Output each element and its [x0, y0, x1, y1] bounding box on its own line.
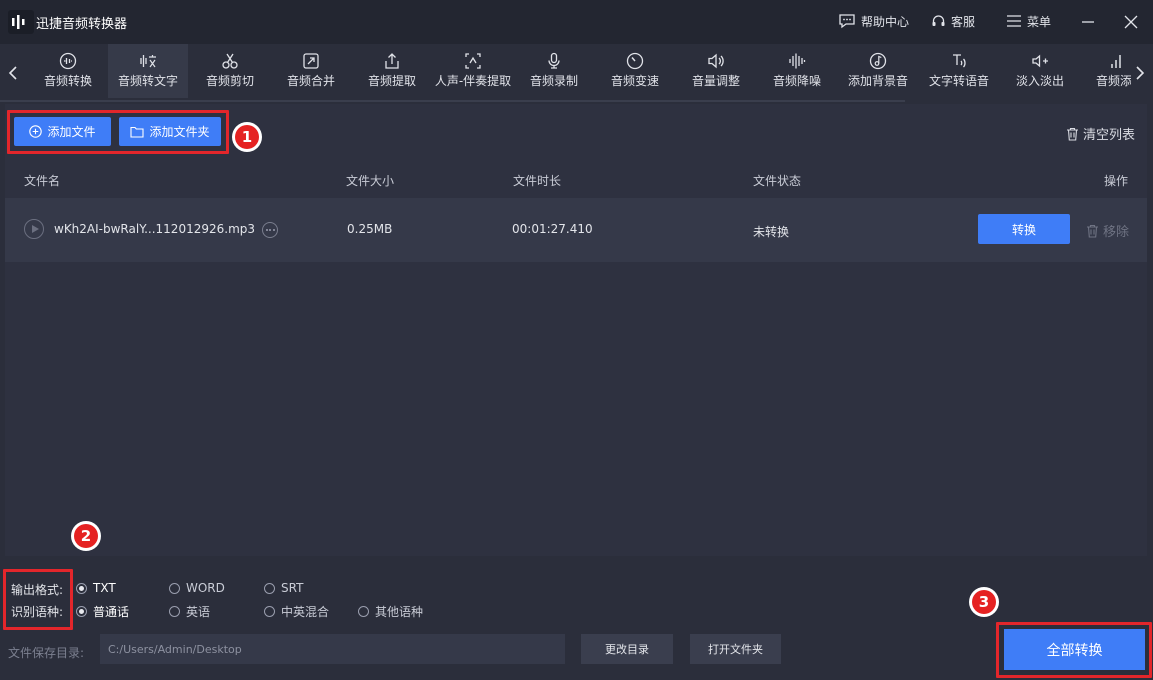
audio-add-icon	[1111, 55, 1121, 68]
radio-icon	[358, 606, 369, 617]
trash-icon	[1087, 224, 1098, 238]
open-folder-button[interactable]: 打开文件夹	[690, 634, 781, 664]
chevron-right-icon	[1136, 66, 1145, 80]
tool-audio-add[interactable]: 音频添	[1081, 44, 1131, 98]
annotation-box-1	[7, 110, 229, 154]
clear-list-button[interactable]: 清空列表	[1066, 124, 1135, 143]
table-row[interactable]: wKh2AI-bwRalY...112012926.mp3 0.25MB 00:…	[5, 198, 1147, 262]
extract-icon	[385, 53, 399, 69]
toolbar-divider	[0, 100, 905, 102]
tool-audio-extract[interactable]: 音频提取	[352, 44, 432, 98]
tool-audio-to-text[interactable]: 音频转文字	[108, 44, 188, 98]
language-option-english[interactable]: 英语	[169, 603, 210, 620]
background-music-icon	[869, 52, 887, 70]
remove-button[interactable]: 移除	[1086, 221, 1129, 240]
annotation-badge-3: 3	[969, 587, 999, 617]
tool-audio-convert[interactable]: 音频转换	[28, 44, 108, 98]
radio-icon	[76, 606, 87, 617]
hamburger-icon	[1007, 15, 1021, 27]
format-option-word[interactable]: WORD	[169, 581, 225, 595]
column-header-duration: 文件时长	[513, 174, 562, 188]
format-option-srt[interactable]: SRT	[264, 581, 303, 595]
language-option-other[interactable]: 其他语种	[358, 603, 423, 620]
app-logo-icon	[8, 10, 34, 34]
annotation-badge-2: 2	[71, 521, 101, 551]
more-options-icon[interactable]	[262, 222, 278, 238]
convert-all-button[interactable]: 全部转换	[1004, 629, 1145, 670]
title-bar: 迅捷音频转换器 帮助中心 客服 菜单	[0, 0, 1153, 44]
convert-button[interactable]: 转换	[978, 214, 1070, 244]
tool-audio-speed[interactable]: 音频变速	[595, 44, 675, 98]
tool-vocal-extract[interactable]: 人声-伴奏提取	[433, 44, 513, 98]
microphone-icon	[548, 52, 560, 69]
output-format-label: 输出格式:	[11, 583, 64, 597]
change-directory-button[interactable]: 更改目录	[581, 634, 673, 664]
customer-service-button[interactable]: 客服	[931, 11, 975, 31]
app-title: 迅捷音频转换器	[36, 17, 128, 32]
language-option-mandarin[interactable]: 普通话	[76, 603, 129, 620]
merge-icon	[303, 53, 319, 69]
annotation-box-2	[3, 569, 73, 630]
save-path-input[interactable]	[100, 634, 565, 664]
scroll-right-button[interactable]	[1131, 61, 1149, 85]
column-header-status: 文件状态	[753, 174, 802, 188]
menu-button[interactable]: 菜单	[1006, 11, 1051, 31]
format-option-txt[interactable]: TXT	[76, 581, 116, 595]
tool-fade-in-out[interactable]: 淡入淡出	[1000, 44, 1080, 98]
tool-text-to-speech[interactable]: 文字转语音	[919, 44, 999, 98]
fade-icon	[1032, 54, 1048, 68]
noise-reduction-icon	[789, 53, 806, 69]
headset-icon	[932, 14, 945, 26]
tool-audio-record[interactable]: 音频录制	[514, 44, 594, 98]
save-dir-label: 文件保存目录:	[8, 646, 85, 660]
file-duration: 00:01:27.410	[512, 222, 593, 236]
function-toolbar: 音频转换 音频转文字 音频剪切 音频合并 音频提取 人声-伴奏提取 音频录制 音…	[0, 44, 1153, 102]
vocal-extract-icon	[465, 53, 481, 69]
radio-icon	[76, 582, 87, 594]
tool-audio-merge[interactable]: 音频合并	[271, 44, 351, 98]
audio-convert-icon	[59, 52, 77, 70]
chevron-left-icon	[8, 66, 17, 80]
column-header-name: 文件名	[24, 174, 61, 188]
radio-icon	[169, 606, 180, 617]
language-label: 识别语种:	[11, 605, 64, 619]
tool-volume-adjust[interactable]: 音量调整	[676, 44, 756, 98]
minimize-button[interactable]	[1076, 10, 1100, 34]
minimize-icon	[1082, 21, 1094, 23]
annotation-badge-1: 1	[232, 122, 262, 152]
file-size: 0.25MB	[347, 222, 393, 236]
file-list-panel: 添加文件 添加文件夹 1 清空列表 文件名 文件大小 文件时长 文件状态 操作 …	[5, 104, 1147, 556]
language-option-mixed[interactable]: 中英混合	[264, 603, 329, 620]
radio-icon	[264, 582, 275, 594]
tool-noise-reduction[interactable]: 音频降噪	[757, 44, 837, 98]
scissors-icon	[222, 53, 238, 69]
radio-icon	[264, 606, 275, 617]
scroll-left-button[interactable]	[4, 61, 22, 85]
column-header-size: 文件大小	[346, 174, 395, 188]
tool-add-background-music[interactable]: 添加背景音	[838, 44, 918, 98]
close-button[interactable]	[1119, 10, 1143, 34]
file-name: wKh2AI-bwRalY...112012926.mp3	[54, 222, 256, 236]
speed-icon	[626, 52, 644, 70]
radio-icon	[169, 582, 180, 594]
audio-to-text-icon	[140, 55, 156, 68]
help-center-button[interactable]: 帮助中心	[838, 11, 909, 31]
chat-icon	[839, 14, 855, 29]
text-to-speech-icon	[953, 54, 966, 68]
file-status: 未转换	[753, 225, 790, 239]
column-header-ops: 操作	[1104, 174, 1129, 188]
volume-icon	[708, 53, 724, 69]
close-icon	[1124, 15, 1138, 29]
tool-audio-cut[interactable]: 音频剪切	[190, 44, 270, 98]
table-header: 文件名 文件大小 文件时长 文件状态 操作	[5, 160, 1147, 198]
trash-icon	[1066, 127, 1078, 141]
play-icon[interactable]	[24, 219, 44, 239]
